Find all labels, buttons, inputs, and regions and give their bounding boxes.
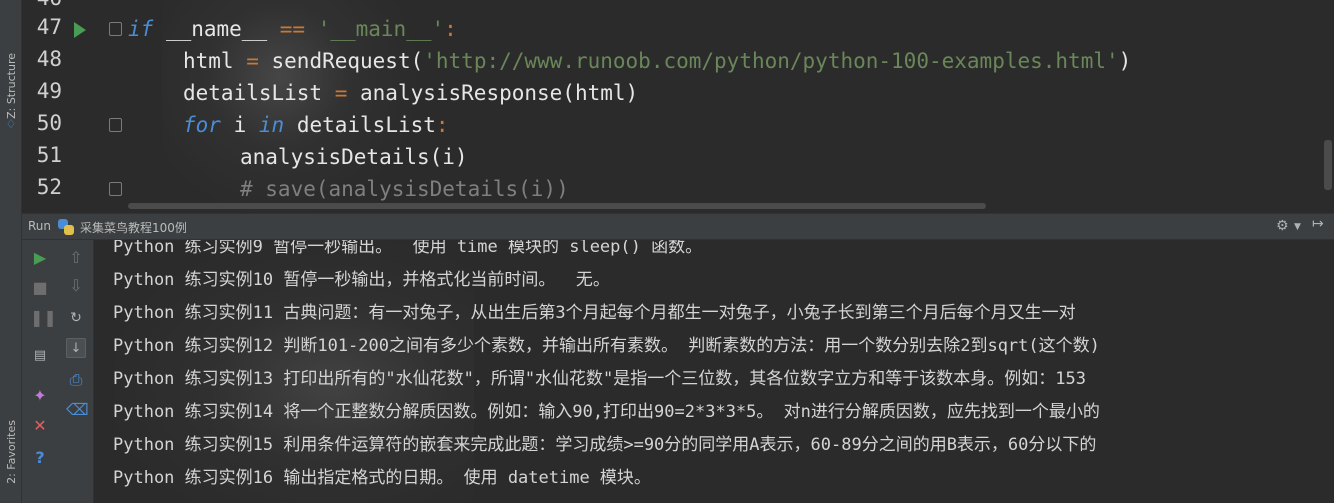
operator: :: [444, 17, 457, 41]
run-icon[interactable]: ▶: [30, 248, 50, 268]
console-line: Python 练习实例12 判断101-200之间有多少个素数，并输出所有素数。…: [113, 336, 1100, 356]
keyword: in: [258, 113, 285, 137]
hide-icon[interactable]: ↦: [1312, 216, 1324, 232]
favorites-tab-label: 2: Favorites: [4, 420, 18, 484]
pin-icon[interactable]: ✦: [30, 386, 50, 406]
line-number: 51: [36, 143, 62, 167]
code-text: ): [1118, 49, 1132, 73]
chevron-down-icon[interactable]: ▼: [1294, 222, 1301, 232]
line-number: 46: [26, 0, 62, 10]
code-text: __name__: [153, 17, 280, 41]
console-line: Python 练习实例11 古典问题：有一对兔子，从出生后第3个月起每个月都生一…: [113, 303, 1076, 323]
keyword: for: [183, 113, 221, 137]
code-text: analysisResponse(html): [347, 81, 639, 105]
code-text: sendRequest(: [258, 49, 424, 73]
help-icon[interactable]: ?: [30, 448, 50, 468]
python-icon: [58, 219, 74, 235]
console-line: Python 练习实例14 将一个正整数分解质因数。例如：输入90,打印出90=…: [113, 402, 1100, 422]
arrow-up-icon[interactable]: ⇧: [66, 248, 86, 268]
layout-icon[interactable]: ▤: [30, 346, 50, 366]
run-tool-window-header: Run 采集菜鸟教程100例 ⚙ ▼ ↦: [22, 213, 1334, 240]
line-number: 49: [36, 79, 62, 103]
line-number: 47: [36, 15, 62, 39]
code-line-48: html = sendRequest('http://www.runoob.co…: [183, 45, 1131, 77]
line-number: 50: [36, 111, 62, 135]
operator: =: [246, 49, 259, 73]
left-tool-strip: Z: Structure ♢ 2: Favorites: [0, 0, 22, 503]
structure-icon[interactable]: ♢: [3, 116, 19, 132]
vertical-scrollbar[interactable]: [1324, 140, 1332, 190]
run-toolbar-secondary: ⇧ ⇩ ↻ ↓ ⎙ ⌫: [58, 240, 94, 503]
code-line-49: detailsList = analysisResponse(html): [183, 77, 638, 109]
operator: =: [334, 81, 348, 105]
trash-icon[interactable]: ⌫: [66, 400, 89, 420]
code-line-52: # save(analysisDetails(i)): [240, 177, 569, 201]
run-toolbar-primary: ▶ ■ ❚❚ ▤ ✦ ✕ ?: [22, 240, 58, 503]
console-line: Python 练习实例13 打印出所有的"水仙花数"，所谓"水仙花数"是指一个三…: [113, 369, 1086, 389]
print-icon[interactable]: ⎙: [66, 370, 86, 390]
run-config-tab[interactable]: 采集菜鸟教程100例: [80, 219, 187, 236]
arrow-down-icon[interactable]: ⇩: [66, 276, 86, 296]
line-number: 48: [36, 47, 62, 71]
code-line-51: analysisDetails(i): [240, 145, 468, 169]
code-text: i: [220, 113, 259, 137]
code-text: html: [183, 49, 247, 73]
code-line-47: if __name__ == '__main__':: [128, 13, 457, 45]
console-line: Python 练习实例16 输出指定格式的日期。 使用 datetime 模块。: [113, 468, 651, 488]
soft-wrap-icon[interactable]: ↻: [66, 308, 86, 328]
fold-marker-icon[interactable]: [109, 22, 122, 36]
fold-marker-icon[interactable]: [109, 182, 122, 196]
operator: :: [435, 113, 449, 137]
close-icon[interactable]: ✕: [30, 416, 50, 436]
run-gutter-icon[interactable]: [74, 22, 86, 38]
editor-gutter: 46 47 48 49 50 51 52: [22, 0, 122, 213]
code-text: detailsList: [183, 81, 335, 105]
structure-tab-label: Z: Structure: [4, 53, 18, 119]
run-panel-title: Run: [28, 219, 52, 233]
string-literal: 'http://www.runoob.com/python/python-100…: [423, 49, 1119, 73]
code-text: detailsList: [284, 113, 436, 137]
code-editor[interactable]: 46 47 48 49 50 51 52 if __name__ == '__m…: [22, 0, 1334, 213]
gear-icon[interactable]: ⚙: [1276, 218, 1289, 234]
keyword: if: [128, 17, 154, 41]
string-literal: '__main__': [317, 17, 445, 41]
code-line-50: for i in detailsList:: [183, 109, 449, 141]
scroll-to-end-icon[interactable]: ↓: [66, 338, 86, 358]
horizontal-scrollbar[interactable]: [128, 203, 986, 209]
fold-marker-icon[interactable]: [109, 118, 122, 132]
stop-icon[interactable]: ■: [30, 278, 50, 298]
console-line: Python 练习实例10 暂停一秒输出，并格式化当前时间。 无。: [113, 270, 610, 290]
console-line: Python 练习实例15 利用条件运算符的嵌套来完成此题：学习成绩>=90分的…: [113, 435, 1097, 455]
favorites-tab[interactable]: 2: Favorites: [0, 404, 22, 500]
line-number: 52: [36, 175, 62, 199]
console-output[interactable]: Python 练习实例9 暂停一秒输出。 使用 time 模块的 sleep()…: [94, 240, 1334, 503]
operator: ==: [279, 17, 306, 41]
console-line: Python 练习实例9 暂停一秒输出。 使用 time 模块的 sleep()…: [113, 240, 703, 257]
pause-icon[interactable]: ❚❚: [30, 308, 57, 328]
